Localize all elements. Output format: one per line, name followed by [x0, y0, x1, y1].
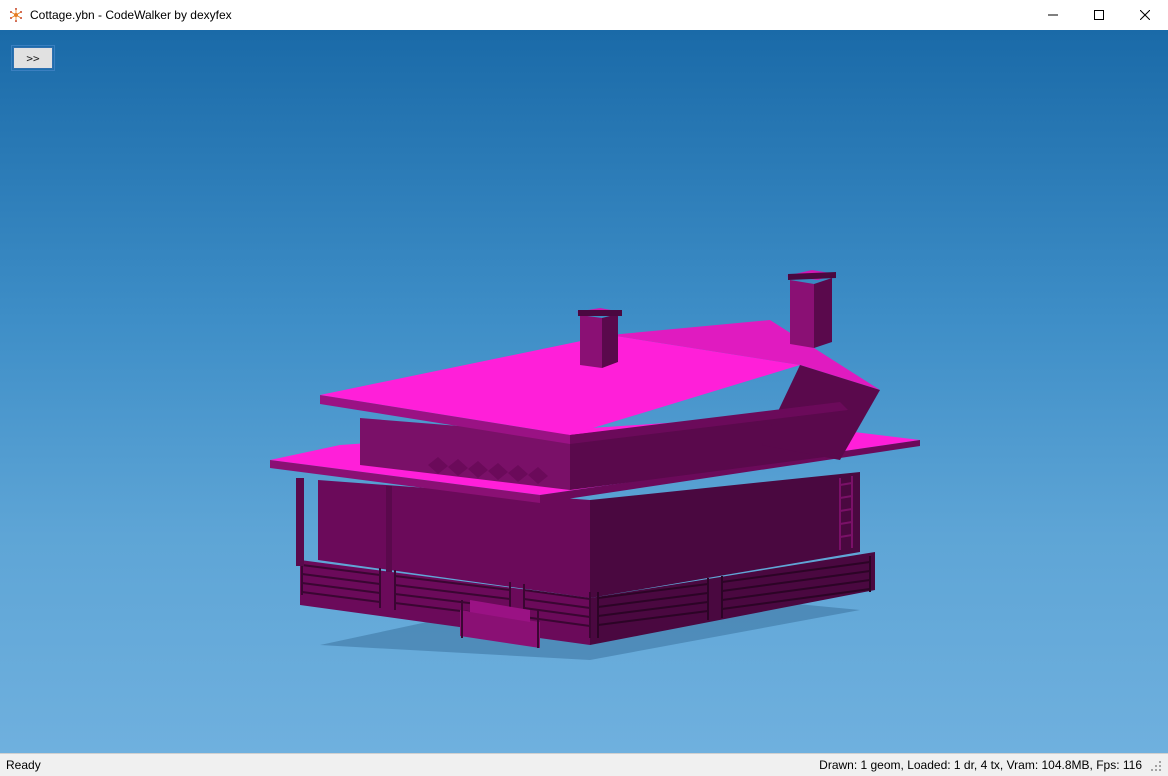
- cottage-model-svg: [240, 250, 920, 670]
- model-render: [240, 250, 920, 670]
- expand-panel-button[interactable]: >>: [13, 47, 53, 69]
- resize-grip[interactable]: [1148, 758, 1162, 772]
- statusbar: Ready Drawn: 1 geom, Loaded: 1 dr, 4 tx,…: [0, 753, 1168, 776]
- minimize-button[interactable]: [1030, 0, 1076, 30]
- maximize-button[interactable]: [1076, 0, 1122, 30]
- status-right: Drawn: 1 geom, Loaded: 1 dr, 4 tx, Vram:…: [819, 758, 1142, 772]
- status-left: Ready: [6, 758, 819, 772]
- window-controls: [1030, 0, 1168, 30]
- app-icon: [8, 7, 24, 23]
- expand-panel-label: >>: [26, 52, 39, 65]
- close-button[interactable]: [1122, 0, 1168, 30]
- viewport-3d[interactable]: >>: [0, 30, 1168, 753]
- window-title: Cottage.ybn - CodeWalker by dexyfex: [30, 8, 232, 22]
- titlebar[interactable]: Cottage.ybn - CodeWalker by dexyfex: [0, 0, 1168, 30]
